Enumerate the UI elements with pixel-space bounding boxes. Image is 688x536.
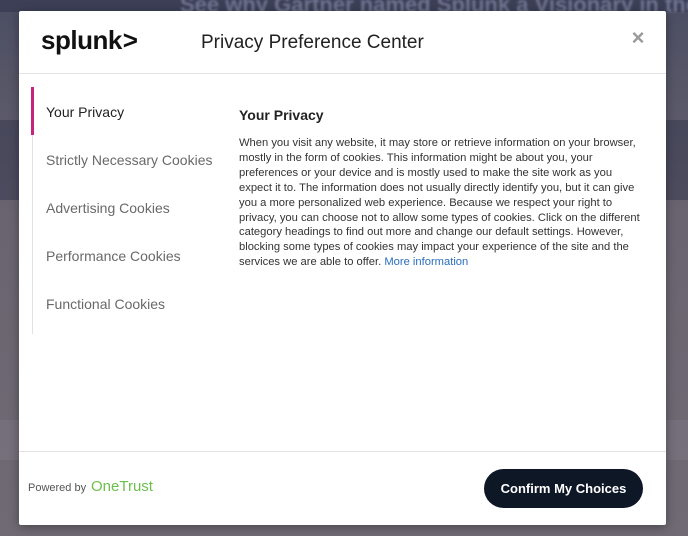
- splunk-logo: splunk>: [41, 25, 138, 56]
- nav-item-strictly-necessary[interactable]: Strictly Necessary Cookies: [33, 140, 233, 180]
- more-information-link[interactable]: More information: [384, 256, 468, 268]
- nav-item-performance[interactable]: Performance Cookies: [33, 236, 233, 276]
- content-body: When you visit any website, it may store…: [239, 136, 645, 270]
- privacy-preference-dialog: splunk> Privacy Preference Center × Your…: [19, 11, 666, 525]
- content-title: Your Privacy: [239, 107, 324, 123]
- nav-item-advertising[interactable]: Advertising Cookies: [33, 188, 233, 228]
- category-nav: Your Privacy Strictly Necessary Cookies …: [31, 87, 233, 334]
- nav-item-your-privacy[interactable]: Your Privacy: [31, 87, 233, 135]
- nav-item-functional[interactable]: Functional Cookies: [33, 284, 233, 324]
- dialog-header: splunk> Privacy Preference Center ×: [19, 11, 666, 74]
- content-body-text: When you visit any website, it may store…: [239, 137, 640, 269]
- powered-by-label: Powered by: [28, 482, 87, 494]
- dialog-title: Privacy Preference Center: [201, 32, 424, 53]
- confirm-choices-button[interactable]: Confirm My Choices: [484, 469, 643, 508]
- logo-text: splunk: [41, 25, 122, 55]
- dialog-footer: Powered by OneTrust Confirm My Choices: [19, 451, 666, 525]
- close-icon[interactable]: ×: [628, 27, 648, 49]
- logo-chevron: >: [122, 25, 138, 55]
- onetrust-logo[interactable]: OneTrust: [91, 478, 153, 495]
- content-panel: Your Privacy When you visit any website,…: [239, 107, 645, 270]
